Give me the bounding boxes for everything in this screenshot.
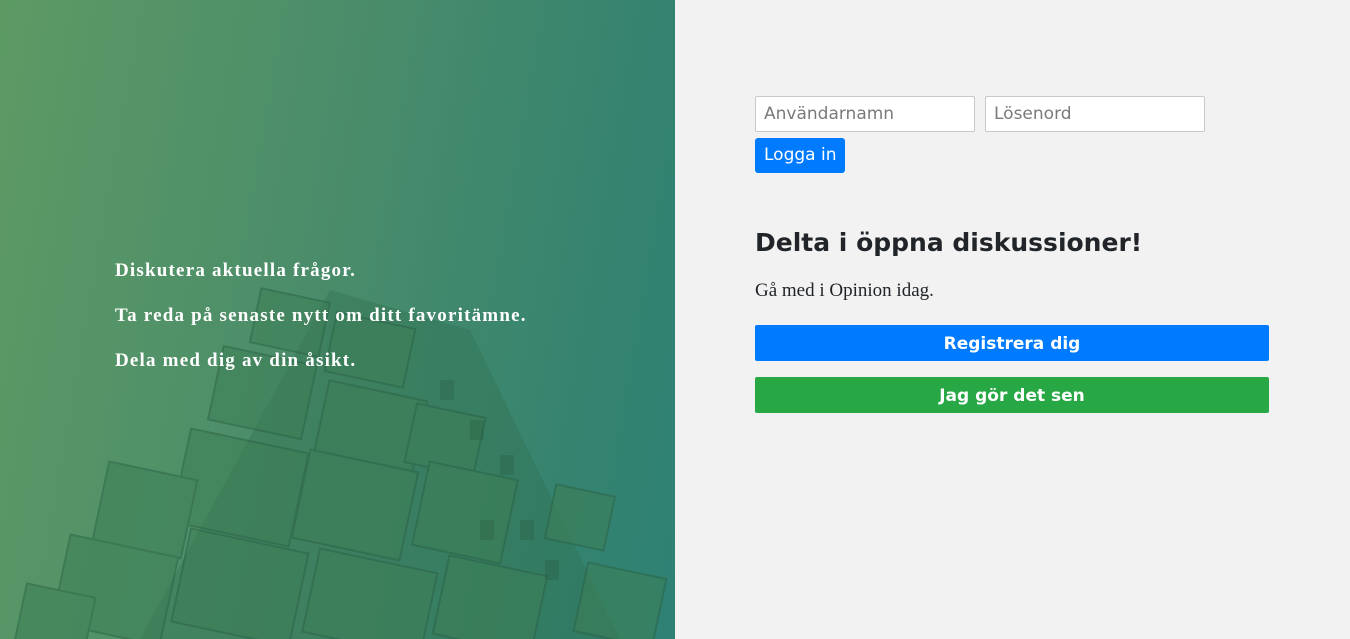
tagline: Ta reda på senaste nytt om ditt favoritä… bbox=[115, 305, 527, 326]
hero-taglines: Diskutera aktuella frågor. Ta reda på se… bbox=[115, 258, 527, 393]
hero-panel: Diskutera aktuella frågor. Ta reda på se… bbox=[0, 0, 675, 639]
login-button[interactable]: Logga in bbox=[755, 138, 846, 173]
landing-page: Diskutera aktuella frågor. Ta reda på se… bbox=[0, 0, 1350, 639]
tagline: Diskutera aktuella frågor. bbox=[115, 260, 357, 281]
username-input[interactable] bbox=[755, 96, 975, 132]
auth-panel: Logga in Delta i öppna diskussioner! Gå … bbox=[675, 0, 1350, 639]
signup-heading: Delta i öppna diskussioner! bbox=[755, 228, 1143, 257]
tagline: Dela med dig av din åsikt. bbox=[115, 350, 357, 371]
login-form bbox=[755, 96, 1205, 132]
register-button[interactable]: Registrera dig bbox=[755, 325, 1269, 361]
signup-subtext: Gå med i Opinion idag. bbox=[755, 280, 934, 301]
skip-later-button[interactable]: Jag gör det sen bbox=[755, 377, 1269, 413]
password-input[interactable] bbox=[985, 96, 1205, 132]
